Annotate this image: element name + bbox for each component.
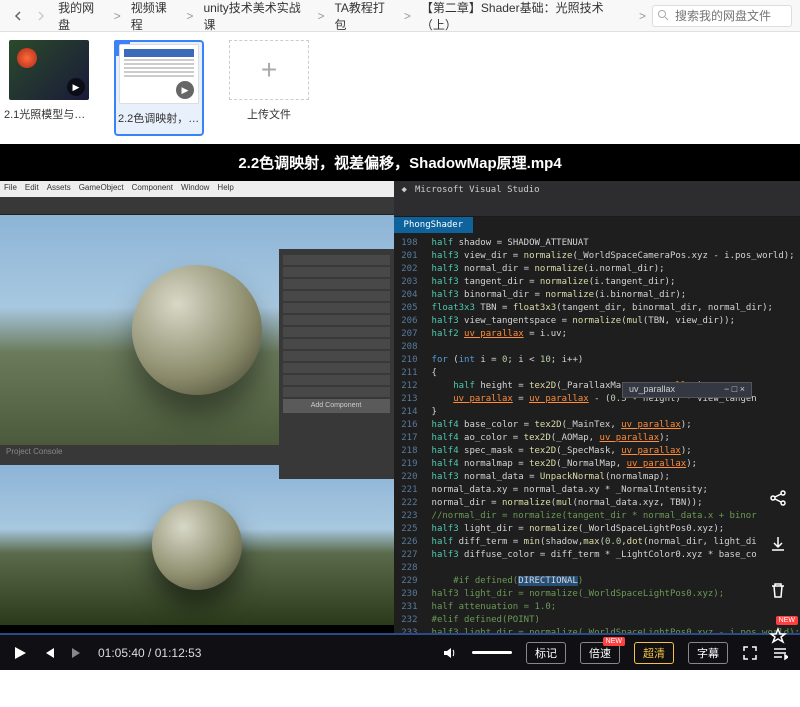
volume-button[interactable] [442, 645, 458, 661]
vs-titlebar: ◆Microsoft Visual Studio [394, 181, 800, 199]
volume-slider[interactable] [472, 651, 512, 654]
vs-toolbar [394, 199, 800, 217]
watch-close-icon: − □ × [724, 384, 745, 396]
unity-panel: FileEditAssetsGameObjectComponentWindowH… [0, 181, 394, 651]
file-grid: ▶ 2.1光照模型与法... ✓ ▶ 2.2色调映射，视... + 上传文件 [0, 32, 800, 144]
file-name-1: 2.2色调映射，视... [118, 110, 200, 126]
nav-forward[interactable] [31, 6, 50, 26]
watch-var: uv_parallax [629, 384, 675, 396]
code-editor: 198half shadow = SHADOW_ATTENUAT 201half… [394, 237, 800, 633]
subtitle-button[interactable]: 字幕 [688, 642, 728, 664]
video-content[interactable]: FileEditAssetsGameObjectComponentWindowH… [0, 181, 800, 651]
delete-button[interactable] [764, 576, 792, 604]
unity-toolbar [0, 197, 394, 215]
file-item-1[interactable]: ✓ ▶ 2.2色调映射，视... [114, 40, 204, 136]
scene-sphere [132, 265, 262, 395]
file-item-0[interactable]: ▶ 2.1光照模型与法... [4, 40, 94, 136]
search-icon [657, 9, 669, 24]
share-button[interactable] [764, 484, 792, 512]
search-box [652, 5, 792, 27]
vs-tab-active: PhongShader [394, 217, 474, 233]
play-icon: ▶ [176, 81, 194, 99]
crumb-3[interactable]: TA教程打包 [330, 0, 397, 33]
play-icon: ▶ [67, 78, 85, 96]
upload-plus-icon: + [229, 40, 309, 100]
vs-watch-window: uv_parallax − □ × [622, 382, 752, 398]
quality-button[interactable]: 超清 [634, 642, 674, 664]
crumb-sep: > [108, 9, 127, 23]
tag-button[interactable]: 标记 [526, 642, 566, 664]
upload-label: 上传文件 [224, 106, 314, 122]
video-player: 2.2色调映射，视差偏移，ShadowMap原理.mp4 FileEditAss… [0, 144, 800, 670]
unity-inspector: Add Component [279, 249, 394, 479]
fullscreen-button[interactable] [742, 645, 758, 661]
upload-tile[interactable]: + 上传文件 [224, 40, 314, 136]
prev-button[interactable] [42, 646, 56, 660]
new-badge: NEW [776, 616, 798, 625]
unity-menubar: FileEditAssetsGameObjectComponentWindowH… [0, 181, 394, 197]
speed-button[interactable]: 倍速NEW [580, 642, 620, 664]
preview-sphere [152, 500, 242, 590]
float-actions: NEW [764, 484, 792, 650]
play-button[interactable] [12, 645, 28, 661]
search-input[interactable] [652, 5, 792, 27]
favorite-button[interactable]: NEW [764, 622, 792, 650]
crumb-2[interactable]: unity技术美术实战课 [199, 0, 311, 33]
next-button[interactable] [70, 646, 84, 660]
crumb-0[interactable]: 我的网盘 [54, 0, 108, 33]
visual-studio-panel: ◆Microsoft Visual Studio PhongShader 198… [394, 181, 800, 651]
file-name-0: 2.1光照模型与法... [4, 106, 94, 122]
file-thumb-0: ▶ [9, 40, 89, 100]
download-button[interactable] [764, 530, 792, 558]
vs-tabs: PhongShader [394, 217, 800, 237]
video-title: 2.2色调映射，视差偏移，ShadowMap原理.mp4 [0, 144, 800, 181]
nav-back[interactable] [8, 6, 27, 26]
unity-game-view [0, 465, 394, 625]
video-controls: 01:05:40 / 01:12:53 标记 倍速NEW 超清 字幕 [0, 633, 800, 670]
crumb-4[interactable]: 【第二章】Shader基础：光照技术（上） [417, 0, 633, 33]
time-display: 01:05:40 / 01:12:53 [98, 646, 201, 660]
crumb-1[interactable]: 视频课程 [127, 0, 181, 33]
breadcrumb-bar: 我的网盘 > 视频课程 > unity技术美术实战课 > TA教程打包 > 【第… [0, 0, 800, 32]
file-thumb-1: ▶ [119, 44, 199, 104]
